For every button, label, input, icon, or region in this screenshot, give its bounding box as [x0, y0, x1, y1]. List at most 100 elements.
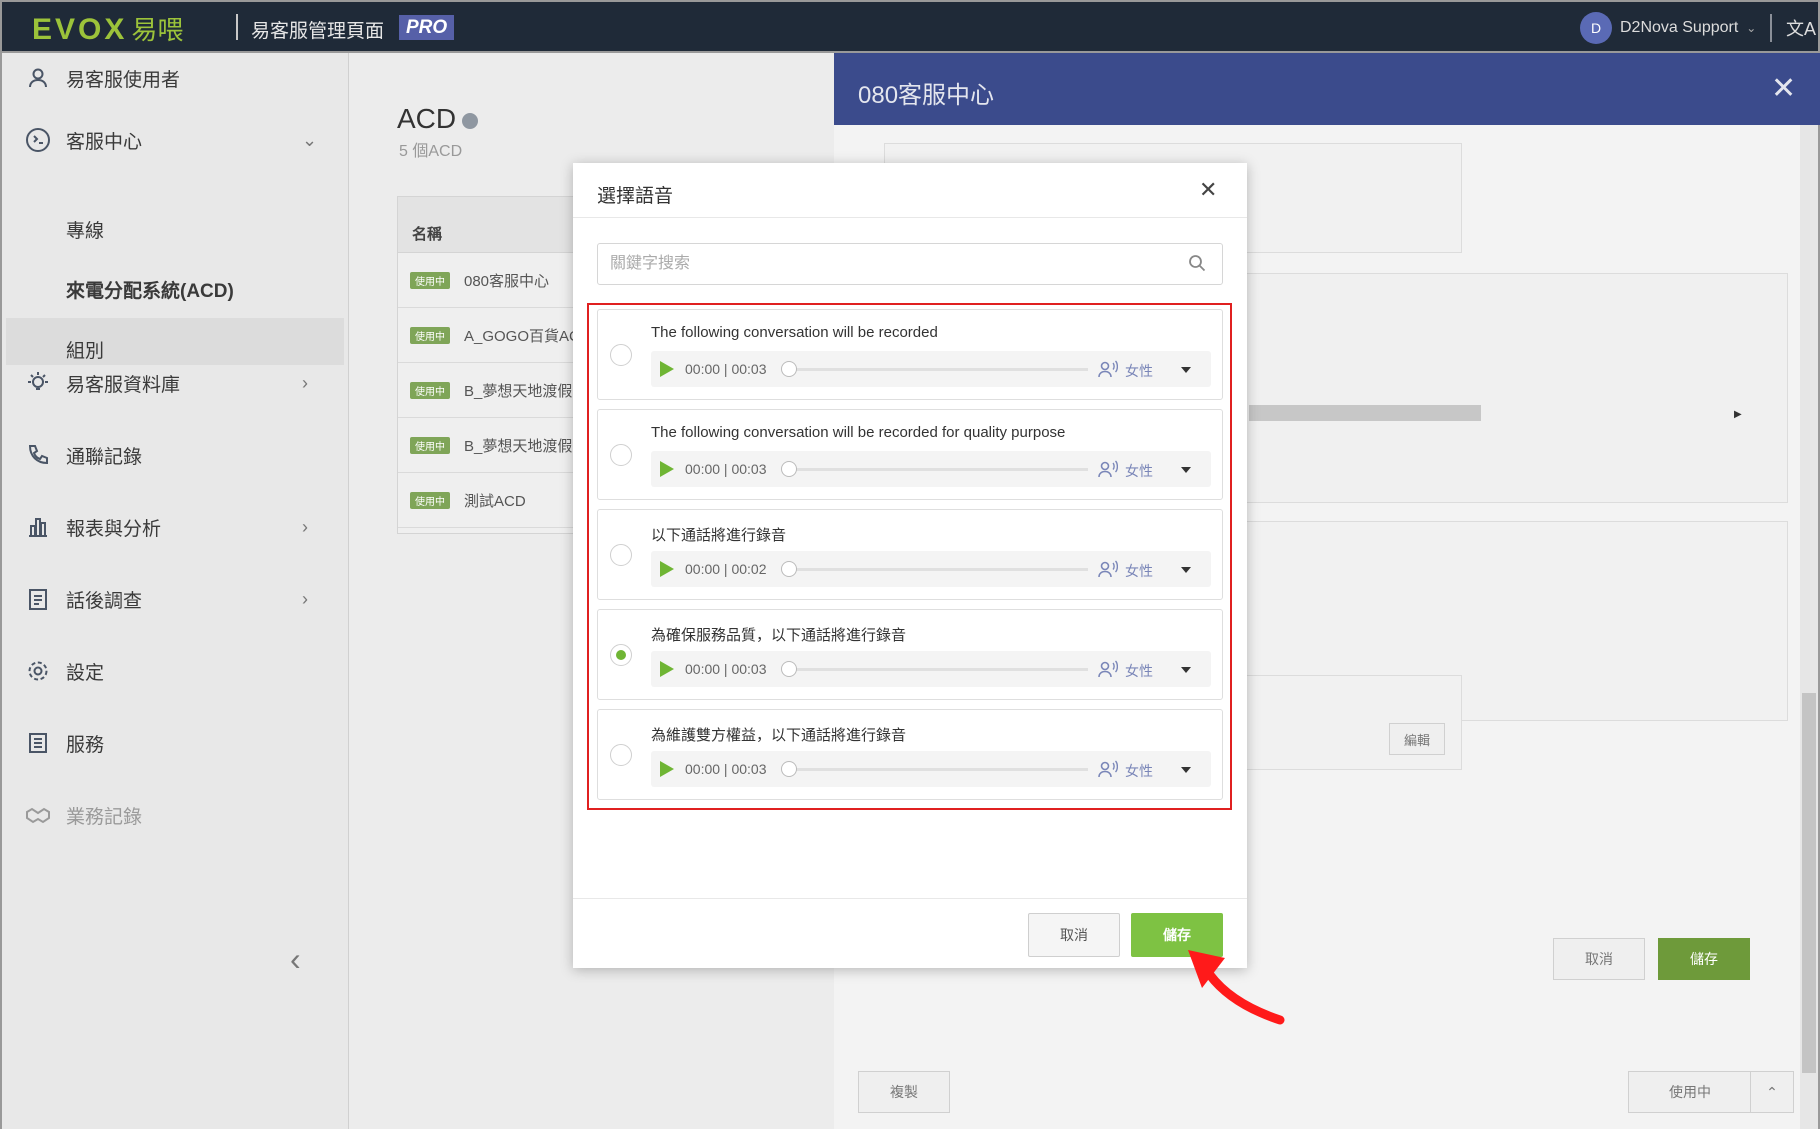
voice-radio[interactable]	[610, 744, 632, 766]
audio-time: 00:00 | 00:03	[685, 461, 767, 477]
sidebar-item-reports[interactable]: 報表與分析 ›	[2, 499, 351, 555]
caret-down-icon[interactable]	[1181, 467, 1191, 473]
audio-progress[interactable]	[788, 668, 1088, 671]
top-bar: EVOX 易喂 易客服管理頁面 PRO D D2Nova Support ⌄ 文A	[0, 0, 1820, 53]
voice-gender-icon	[1098, 460, 1118, 478]
scroll-right-icon[interactable]: ▶	[1734, 409, 1742, 420]
audio-time: 00:00 | 00:02	[685, 561, 767, 577]
status-badge: 使用中	[410, 381, 450, 399]
caret-down-icon[interactable]	[1181, 567, 1191, 573]
caret-down-icon[interactable]	[1181, 367, 1191, 373]
voice-gender: 女性	[1125, 563, 1153, 579]
sidebar-item-business-records[interactable]: 業務記錄	[2, 787, 351, 843]
search-input[interactable]	[597, 243, 1223, 285]
status-badge: 使用中	[410, 436, 450, 454]
play-icon[interactable]	[660, 461, 674, 477]
audio-seek-handle[interactable]	[781, 661, 797, 677]
sidebar-item-service-center[interactable]: 客服中心 ⌄	[2, 112, 351, 168]
sidebar-item-users[interactable]: 易客服使用者	[2, 50, 351, 106]
lightbulb-icon	[24, 369, 52, 397]
status-button[interactable]: 使用中	[1628, 1071, 1752, 1113]
sidebar-item-label: 客服中心	[66, 131, 143, 153]
sidebar-item-services[interactable]: 服務	[2, 715, 351, 771]
sidebar-item-lines[interactable]: 專線	[66, 216, 104, 243]
play-icon[interactable]	[660, 561, 674, 577]
voice-radio[interactable]	[610, 544, 632, 566]
cancel-button[interactable]: 取消	[1028, 913, 1120, 957]
voice-title: The following conversation will be recor…	[651, 424, 1066, 441]
voice-item[interactable]: The following conversation will be recor…	[597, 409, 1223, 500]
copy-button[interactable]: 複製	[858, 1071, 950, 1113]
sidebar: 易客服使用者 客服中心 ⌄ 專線 來電分配系統(ACD) 組別 易客服資料庫 ›…	[0, 53, 349, 1129]
sidebar-item-survey[interactable]: 話後調查 ›	[2, 571, 351, 627]
sidebar-item-label: 業務記錄	[66, 806, 143, 828]
audio-player: 00:00 | 00:03 女性	[651, 451, 1211, 487]
audio-seek-handle[interactable]	[781, 361, 797, 377]
chevron-right-icon: ›	[302, 516, 308, 537]
play-icon[interactable]	[660, 661, 674, 677]
user-icon	[24, 64, 52, 92]
sidebar-item-settings[interactable]: 設定	[2, 643, 351, 699]
audio-progress[interactable]	[788, 568, 1088, 571]
chevron-up-icon[interactable]: ⌃	[1750, 1071, 1794, 1113]
drawer-cancel-button[interactable]: 取消	[1553, 938, 1645, 980]
voice-item[interactable]: 為確保服務品質，以下通話將進行錄音 00:00 | 00:03 女性	[597, 609, 1223, 700]
drawer-save-button[interactable]: 儲存	[1658, 938, 1750, 980]
sidebar-item-label: 通聯記錄	[66, 446, 143, 468]
audio-seek-handle[interactable]	[781, 561, 797, 577]
bar-chart-icon	[24, 513, 52, 541]
audio-progress[interactable]	[788, 768, 1088, 771]
horizontal-scrollbar[interactable]	[1249, 405, 1481, 421]
voice-gender-icon	[1098, 560, 1118, 578]
voice-gender-icon	[1098, 360, 1118, 378]
audio-progress[interactable]	[788, 468, 1088, 471]
page-title: ACD	[397, 103, 479, 135]
play-icon[interactable]	[660, 361, 674, 377]
voice-item[interactable]: 為維護雙方權益，以下通話將進行錄音 00:00 | 00:03 女性	[597, 709, 1223, 800]
chevron-right-icon: ›	[302, 372, 308, 393]
app-logo[interactable]: EVOX 易喂	[32, 10, 183, 47]
voice-radio-selected[interactable]	[610, 644, 632, 666]
search-icon[interactable]	[1188, 254, 1206, 272]
audio-time: 00:00 | 00:03	[685, 761, 767, 777]
sidebar-item-acd[interactable]: 來電分配系統(ACD)	[66, 276, 234, 303]
sidebar-item-knowledge-base[interactable]: 易客服資料庫 ›	[2, 355, 351, 411]
list-icon	[24, 729, 52, 757]
voice-gender-icon	[1098, 760, 1118, 778]
voice-gender: 女性	[1125, 463, 1153, 479]
divider	[1770, 14, 1772, 42]
status-badge: 使用中	[410, 271, 450, 289]
edit-button[interactable]: 編輯	[1389, 723, 1445, 755]
info-icon[interactable]	[462, 112, 479, 129]
audio-player: 00:00 | 00:03 女性	[651, 651, 1211, 687]
voice-gender-icon	[1098, 660, 1118, 678]
voice-radio[interactable]	[610, 344, 632, 366]
caret-down-icon[interactable]	[1181, 767, 1191, 773]
close-icon[interactable]: ✕	[1199, 177, 1217, 203]
sidebar-item-call-log[interactable]: 通聯記錄	[2, 427, 351, 483]
voice-item[interactable]: 以下通話將進行錄音 00:00 | 00:02 女性	[597, 509, 1223, 600]
audio-time: 00:00 | 00:03	[685, 361, 767, 377]
voice-radio[interactable]	[610, 444, 632, 466]
app-title: 易客服管理頁面	[251, 21, 385, 42]
sidebar-item-label: 易客服資料庫	[66, 374, 181, 396]
dialog-footer-divider	[573, 898, 1247, 899]
scrollbar-thumb[interactable]	[1802, 693, 1816, 1073]
voice-item[interactable]: The following conversation will be recor…	[597, 309, 1223, 400]
caret-down-icon[interactable]	[1181, 667, 1191, 673]
voice-title: The following conversation will be recor…	[651, 324, 938, 341]
close-icon[interactable]: ✕	[1771, 71, 1796, 106]
audio-progress[interactable]	[788, 368, 1088, 371]
headset-icon	[24, 126, 52, 154]
page-subtitle: 5 個ACD	[399, 143, 463, 160]
translate-icon[interactable]: 文A	[1786, 15, 1816, 41]
play-icon[interactable]	[660, 761, 674, 777]
sidebar-item-label: 易客服使用者	[66, 69, 181, 91]
audio-seek-handle[interactable]	[781, 761, 797, 777]
audio-seek-handle[interactable]	[781, 461, 797, 477]
voice-gender: 女性	[1125, 663, 1153, 679]
user-menu[interactable]: D D2Nova Support ⌄	[1580, 12, 1757, 44]
drawer-header: 080客服中心 ✕	[834, 53, 1820, 125]
collapse-sidebar-icon[interactable]: ‹	[290, 941, 301, 978]
chevron-down-icon: ⌄	[1746, 21, 1757, 35]
